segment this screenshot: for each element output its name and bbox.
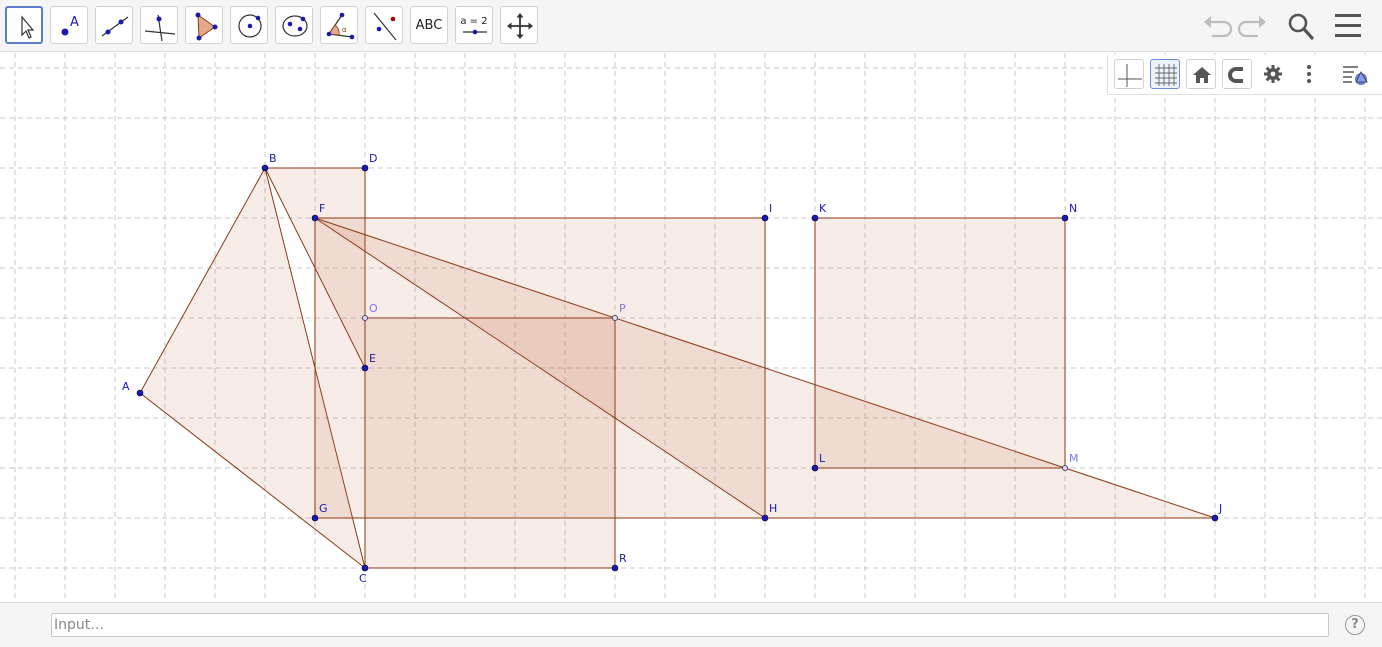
reflect-tool-button[interactable] [365, 6, 403, 44]
home-icon [1193, 67, 1211, 83]
point-label-h: H [769, 502, 777, 515]
point-c[interactable] [361, 564, 369, 572]
point-o[interactable] [361, 314, 369, 322]
line-tool-button[interactable] [95, 6, 133, 44]
perpendicular-tool-button[interactable] [140, 6, 178, 44]
input-bar: ? [0, 602, 1382, 647]
move-tool-button[interactable] [5, 6, 43, 44]
text-icon: ABC [415, 17, 443, 33]
move-graphics-tool-button[interactable] [500, 6, 538, 44]
polygons [139, 166, 1216, 570]
slider-icon [463, 29, 487, 35]
point-e[interactable] [361, 364, 369, 372]
point-b[interactable] [261, 164, 269, 172]
point-label-i: I [769, 202, 772, 215]
axes-toggle-button[interactable] [1114, 59, 1144, 89]
move-cursor-icon [21, 15, 35, 39]
standard-view-button[interactable] [1186, 59, 1216, 89]
point-p[interactable] [611, 314, 619, 322]
point-i[interactable] [761, 214, 769, 222]
point-k[interactable] [811, 214, 819, 222]
gear-icon [1264, 65, 1282, 83]
point-capturing-button[interactable] [1222, 59, 1252, 89]
point-label-c: C [359, 572, 367, 585]
point-f[interactable] [311, 214, 319, 222]
point-n[interactable] [1061, 214, 1069, 222]
style-bar-icon [1343, 66, 1368, 85]
style-bar-toggle-button[interactable] [1340, 59, 1370, 89]
point-label-e: E [369, 352, 376, 365]
settings-button[interactable] [1258, 59, 1288, 89]
point-m[interactable] [1061, 464, 1069, 472]
grid-icon [1155, 64, 1177, 86]
search-button[interactable] [1284, 10, 1318, 42]
input-help-button[interactable]: ? [1345, 615, 1365, 635]
circle-tool-button[interactable] [230, 6, 268, 44]
angle-icon: α [326, 12, 355, 40]
graphics-style-bar [1107, 55, 1382, 95]
perpendicular-line-icon [144, 14, 176, 42]
point-label-r: R [619, 552, 627, 565]
axes-icon [1118, 64, 1142, 87]
undo-icon [1204, 16, 1233, 38]
point-tool-label: A [70, 15, 79, 30]
point-icon: A [61, 15, 79, 36]
point-label-n: N [1069, 202, 1077, 215]
polygon-oprc[interactable] [364, 317, 616, 569]
main-menu-button[interactable] [1331, 10, 1365, 42]
line-through-two-points-icon [101, 16, 129, 37]
polygon-tool-button[interactable] [185, 6, 223, 44]
point-label-b: B [269, 152, 277, 165]
graphics-canvas[interactable]: A B C D E F G H I J K L M N O P R [0, 53, 1382, 602]
point-label-g: G [319, 502, 328, 515]
reflect-about-line-icon [373, 12, 397, 41]
point-j[interactable] [1211, 514, 1219, 522]
angle-tool-label: α [342, 26, 347, 34]
undo-button[interactable] [1200, 10, 1234, 42]
point-label-j: J [1218, 502, 1222, 515]
slider-tool-button[interactable]: a = 2 [455, 6, 493, 44]
redo-icon [1237, 16, 1266, 38]
point-l[interactable] [811, 464, 819, 472]
toolbar: A α ABC a = 2 [0, 0, 1382, 52]
point-r[interactable] [611, 564, 619, 572]
point-a[interactable] [136, 389, 144, 397]
point-label-p: P [619, 302, 626, 315]
more-options-button[interactable] [1294, 59, 1324, 89]
point-label-m: M [1069, 452, 1079, 465]
point-tool-button[interactable]: A [50, 6, 88, 44]
point-label-o: O [369, 302, 378, 315]
more-vertical-icon [1307, 65, 1311, 83]
menu-icon [1335, 14, 1361, 37]
point-d[interactable] [361, 164, 369, 172]
polygon-klmn[interactable] [814, 217, 1066, 469]
point-label-l: L [819, 452, 826, 465]
ellipse-icon [282, 15, 308, 37]
point-label-k: K [819, 202, 827, 215]
search-icon [1288, 13, 1314, 40]
magnet-icon [1228, 67, 1247, 83]
point-label-d: D [369, 152, 377, 165]
grid-toggle-button[interactable] [1150, 59, 1180, 89]
point-h[interactable] [761, 514, 769, 522]
point-g[interactable] [311, 514, 319, 522]
angle-tool-button[interactable]: α [320, 6, 358, 44]
text-tool-button[interactable]: ABC [410, 6, 448, 44]
move-graphics-view-icon [507, 13, 533, 39]
algebra-input-field[interactable] [51, 613, 1329, 637]
graphics-view[interactable]: A B C D E F G H I J K L M N O P R [0, 53, 1382, 602]
polygon-icon [195, 12, 218, 41]
conic-tool-button[interactable] [275, 6, 313, 44]
redo-button[interactable] [1236, 10, 1270, 42]
point-label-a: A [122, 380, 130, 393]
circle-center-point-icon [238, 14, 262, 38]
point-label-f: F [319, 202, 325, 215]
